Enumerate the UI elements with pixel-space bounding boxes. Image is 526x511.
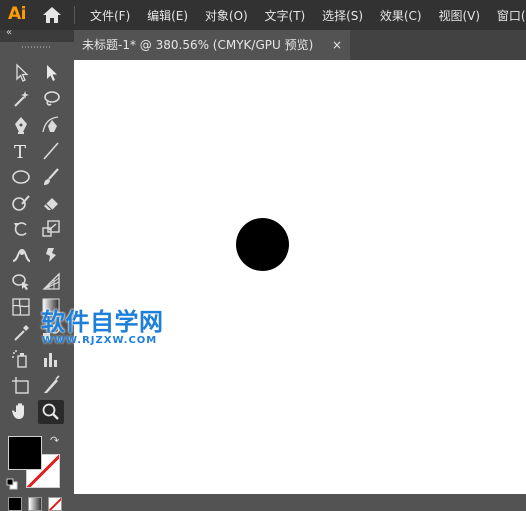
tools-panel-header: « [0,27,74,42]
menu-items: 文件(F) 编辑(E) 对象(O) 文字(T) 选择(S) 效果(C) 视图(V… [90,7,526,24]
default-fill-stroke-icon[interactable] [6,475,18,490]
app-logo: Ai [8,4,26,24]
menu-view[interactable]: 视图(V) [438,9,480,23]
paintbrush-tool-icon[interactable] [40,166,62,188]
menu-type[interactable]: 文字(T) [265,9,306,23]
none-mode-button[interactable] [48,497,62,511]
collapse-icon[interactable]: « [6,27,12,38]
watermark-url: WWW.RJZXW.COM [42,335,158,346]
width-tool-icon[interactable] [10,244,32,266]
menu-object[interactable]: 对象(O) [205,9,248,23]
scale-tool-icon[interactable] [40,218,62,240]
zoom-tool-icon[interactable] [38,400,64,424]
watermark-title: 软件自学网 [41,308,164,336]
column-graph-tool-icon[interactable] [40,348,62,370]
document-tab-bar: 未标题-1* @ 380.56% (CMYK/GPU 预览) × [74,30,526,60]
artboard-tool-icon[interactable] [10,374,32,396]
menu-bar: Ai 文件(F) 编辑(E) 对象(O) 文字(T) 选择(S) 效果(C) 视… [0,0,526,30]
magic-wand-tool-icon[interactable] [10,88,32,110]
color-mode-button[interactable] [8,497,22,511]
mesh-tool-icon[interactable] [10,296,32,318]
curvature-tool-icon[interactable] [40,114,62,136]
selection-tool-icon[interactable] [10,62,32,84]
shape-builder-tool-icon[interactable] [10,270,32,292]
panel-grip[interactable] [0,42,74,52]
document-tab-title: 未标题-1* @ 380.56% (CMYK/GPU 预览) [82,38,314,52]
gradient-mode-button[interactable] [28,497,42,511]
type-tool-icon[interactable]: T [10,140,32,162]
eraser-tool-icon[interactable] [40,192,62,214]
line-segment-tool-icon[interactable] [40,140,62,162]
slice-tool-icon[interactable] [40,374,62,396]
eyedropper-tool-icon[interactable] [10,322,32,344]
rotate-tool-icon[interactable] [10,218,32,240]
menu-edit[interactable]: 编辑(E) [147,9,188,23]
menu-divider [74,6,75,24]
menu-effect[interactable]: 效果(C) [380,9,422,23]
puppet-warp-tool-icon[interactable] [40,244,62,266]
svg-text:T: T [14,142,26,162]
ellipse-tool-icon[interactable] [10,166,32,188]
fill-swatch[interactable] [8,436,42,470]
symbol-sprayer-tool-icon[interactable] [10,348,32,370]
lasso-tool-icon[interactable] [40,88,62,110]
close-icon[interactable]: × [332,30,342,60]
document-tab[interactable]: 未标题-1* @ 380.56% (CMYK/GPU 预览) × [74,30,350,60]
swap-fill-stroke-icon[interactable]: ↷ [50,434,59,447]
direct-selection-tool-icon[interactable] [40,62,62,84]
menu-select[interactable]: 选择(S) [322,9,363,23]
menu-window[interactable]: 窗口(W) [497,9,526,23]
black-circle-shape[interactable] [236,218,289,271]
home-icon[interactable] [42,6,62,24]
pen-tool-icon[interactable] [10,114,32,136]
tools-panel: « T ↷ [0,27,74,511]
artboard-canvas[interactable] [74,60,526,494]
shaper-tool-icon[interactable] [10,192,32,214]
perspective-grid-tool-icon[interactable] [40,270,62,292]
hand-tool-icon[interactable] [10,400,32,422]
menu-file[interactable]: 文件(F) [90,9,130,23]
